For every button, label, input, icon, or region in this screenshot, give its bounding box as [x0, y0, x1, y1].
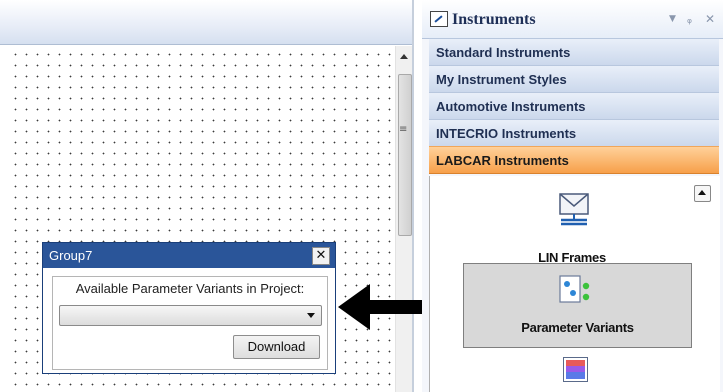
designer-header	[0, 0, 412, 45]
parameter-variant-dropdown[interactable]	[59, 305, 322, 326]
instruments-title: Instruments	[452, 11, 536, 28]
parameter-variants-icon	[559, 275, 590, 303]
category-intecrio-instruments[interactable]: INTECRIO Instruments	[429, 119, 719, 147]
dropdown-menu-icon[interactable]: ▼	[669, 14, 676, 24]
category-standard-instruments[interactable]: Standard Instruments	[429, 38, 719, 66]
category-labcar-instruments[interactable]: LABCAR Instruments	[429, 146, 719, 174]
parameter-variants-label: Available Parameter Variants in Project:	[75, 281, 305, 296]
group-title: Group7	[49, 248, 93, 263]
panel-divider[interactable]	[412, 0, 414, 392]
vertical-scrollbar[interactable]: ≡	[395, 46, 413, 392]
scrollbar-thumb[interactable]	[398, 74, 412, 236]
category-label: Automotive Instruments	[436, 99, 586, 114]
category-label: My Instrument Styles	[436, 72, 567, 87]
group-title-bar[interactable]: Group7 ✕	[43, 243, 335, 268]
instrument-lin-frames[interactable]: LIN Frames	[528, 188, 616, 265]
category-my-instrument-styles[interactable]: My Instrument Styles	[429, 65, 719, 93]
instrument-list: LIN Frames Parameter Variants	[429, 176, 720, 392]
close-icon[interactable]: ✕	[312, 247, 330, 265]
category-automotive-instruments[interactable]: Automotive Instruments	[429, 92, 719, 120]
instrument-parameter-variants[interactable]: Parameter Variants	[463, 263, 692, 348]
scroll-up-icon[interactable]	[400, 54, 408, 59]
group7-panel: Group7 ✕ Available Parameter Variants in…	[42, 242, 336, 374]
instruments-panel: Instruments ▼ ᵩ ✕ Standard Instruments M…	[422, 0, 723, 392]
scroll-up-icon[interactable]	[694, 185, 711, 202]
envelope-network-icon	[559, 193, 589, 226]
scrollbar-grip-icon: ≡	[399, 124, 408, 135]
close-icon[interactable]: ✕	[705, 12, 715, 26]
color-grid-icon[interactable]	[563, 357, 588, 382]
category-label: Standard Instruments	[436, 45, 571, 60]
instruments-icon	[430, 11, 448, 27]
category-label: INTECRIO Instruments	[436, 126, 577, 141]
parameter-variants-group: Available Parameter Variants in Project:…	[52, 276, 328, 370]
pin-icon[interactable]: ᵩ	[687, 12, 692, 26]
category-label: LABCAR Instruments	[436, 153, 569, 168]
download-button[interactable]: Download	[233, 335, 320, 359]
instruments-header: Instruments ▼ ᵩ ✕	[422, 0, 723, 39]
instrument-label: Parameter Variants	[521, 320, 634, 335]
chevron-down-icon	[307, 313, 315, 318]
